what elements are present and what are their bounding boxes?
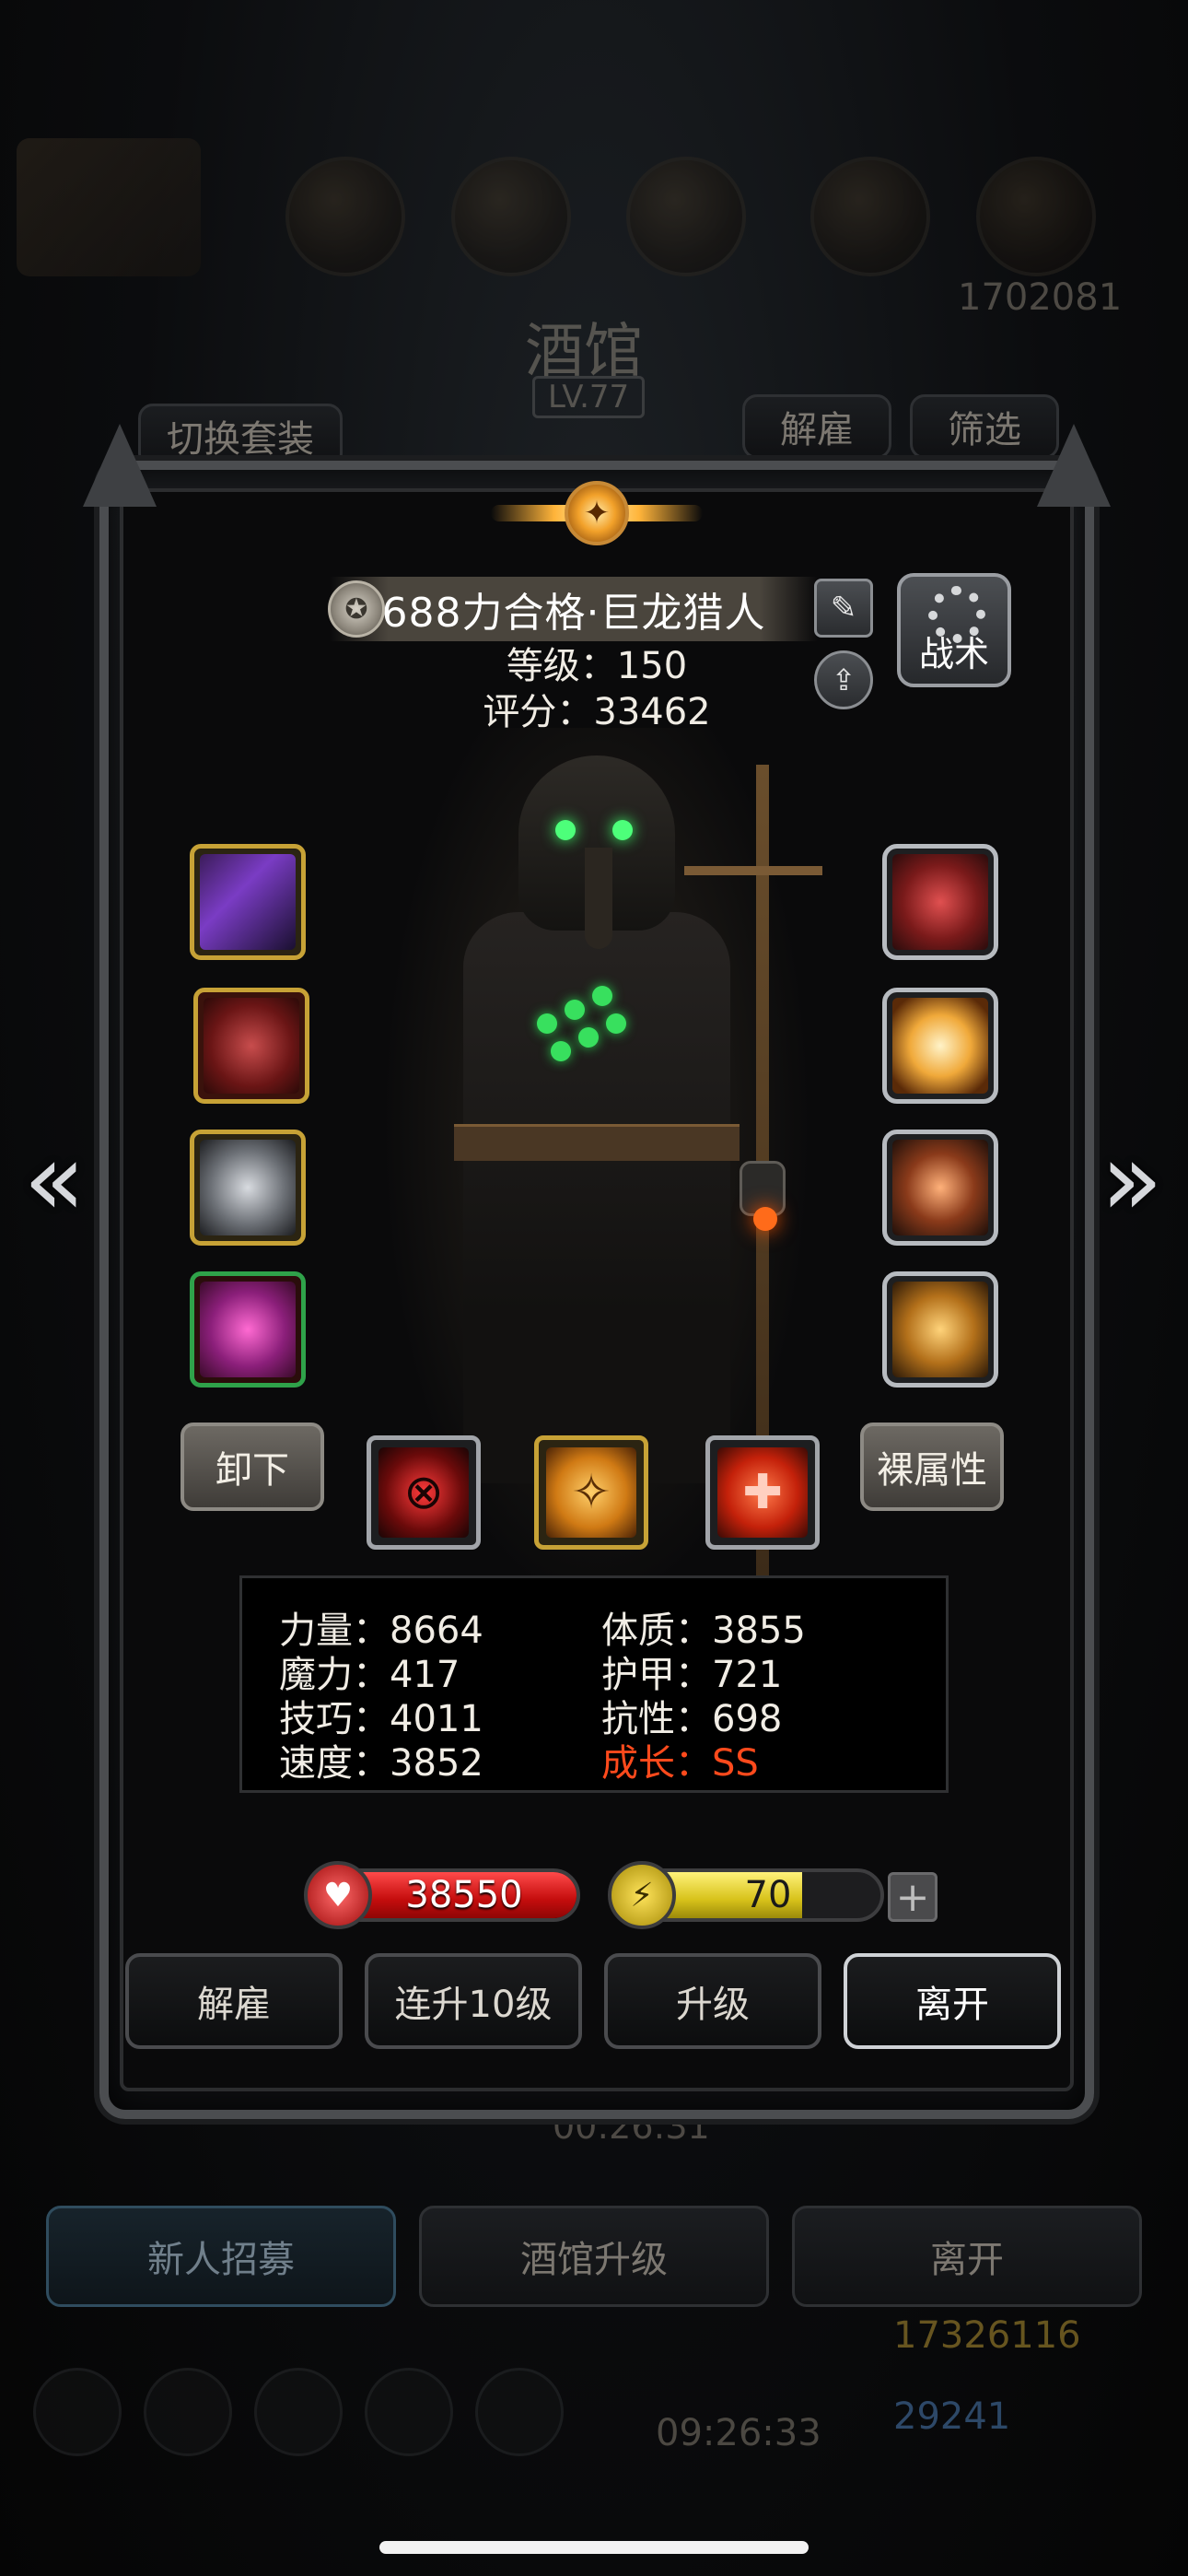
skill-slot-2[interactable]: ✧	[534, 1435, 648, 1550]
background-gold: 17326116	[893, 2314, 1081, 2357]
skill-slot-1[interactable]: ⊗	[367, 1435, 481, 1550]
equipment-slot-amulet[interactable]	[882, 844, 998, 960]
background-dismiss-button: 解雇	[742, 394, 891, 459]
level-up-10-button[interactable]: 连升10级	[365, 1953, 582, 2049]
add-energy-button[interactable]: +	[888, 1872, 938, 1922]
emblem-star-icon: ✦	[565, 481, 629, 545]
background-menu-icon	[144, 2368, 232, 2456]
amulet-icon	[892, 854, 988, 950]
background-coin-icon	[451, 157, 571, 276]
recruit-button: 新人招募	[46, 2206, 396, 2307]
level-up-button[interactable]: 升级	[604, 1953, 821, 2049]
heart-icon: ♥	[304, 1861, 372, 1929]
background-menu-icon	[365, 2368, 453, 2456]
medal-icon[interactable]: ✪	[328, 580, 385, 638]
armor-icon	[204, 998, 299, 1094]
next-hero-arrow[interactable]: »	[1090, 1120, 1173, 1238]
background-coin-icon	[626, 157, 746, 276]
background-coin-icon	[810, 157, 930, 276]
equipment-slot-accessory[interactable]	[190, 1271, 306, 1388]
orb-icon	[892, 998, 988, 1094]
background-switch-set-button: 切换套装	[138, 404, 343, 468]
heal-cross-icon: ✚	[717, 1447, 808, 1538]
background-menu-icon	[33, 2368, 122, 2456]
unequip-button[interactable]: 卸下	[181, 1423, 324, 1511]
equipment-slot-lantern[interactable]	[882, 1130, 998, 1246]
crosshair-icon: ⊗	[379, 1447, 469, 1538]
background-clock: 09:26:33	[656, 2412, 821, 2454]
frame-spike-ornament	[1037, 424, 1111, 507]
equipment-slot-orb[interactable]	[882, 988, 998, 1104]
background-coin-icon	[976, 157, 1096, 276]
background-menu-icon	[475, 2368, 564, 2456]
stats-panel: 力量：8664 体质：3855 魔力：417 护甲：721 技巧：4011 抗性…	[239, 1575, 949, 1793]
background-avatar	[17, 138, 201, 276]
background-coin-icon	[285, 157, 405, 276]
equipment-slot-talisman[interactable]	[882, 1271, 998, 1388]
crown-icon	[200, 1140, 296, 1235]
edit-icon[interactable]: ✎	[814, 579, 873, 638]
hero-name: 688力合格·巨龙猎人	[381, 590, 766, 637]
frame-spike-ornament	[83, 424, 157, 507]
lantern-icon	[892, 1140, 988, 1235]
equipment-slot-armor[interactable]	[193, 988, 309, 1104]
double-chevron-left-icon: «	[23, 1120, 86, 1238]
equipment-slot-helmet[interactable]	[190, 1130, 306, 1246]
naked-stats-button[interactable]: 裸属性	[860, 1423, 1004, 1511]
stat-growth: 成长：SS	[601, 1742, 759, 1785]
hero-detail-modal: ✦ 688力合格·巨龙猎人 ✪ ✎ ⇪ 战术 等级：150 评分：33462 卸…	[83, 424, 1111, 2119]
lightning-icon: ⚡	[608, 1861, 676, 1929]
pistol-icon	[200, 854, 296, 950]
hero-name-bar: 688力合格·巨龙猎人	[330, 577, 818, 641]
background-level: LV.77	[532, 376, 646, 418]
gem-icon	[200, 1282, 296, 1377]
emblem-ornament: ✦	[491, 461, 703, 562]
tavern-upgrade-button: 酒馆升级	[419, 2206, 769, 2307]
home-indicator[interactable]	[379, 2541, 809, 2554]
equipment-slot-weapon[interactable]	[190, 844, 306, 960]
previous-hero-arrow[interactable]: «	[13, 1120, 96, 1238]
dragon-icon: ✧	[546, 1447, 636, 1538]
stat-speed: 速度：3852	[279, 1742, 483, 1785]
background-gold-count: 1702081	[958, 276, 1123, 319]
double-chevron-right-icon: »	[1101, 1120, 1163, 1238]
dismiss-hero-button[interactable]: 解雇	[125, 1953, 343, 2049]
background-top-bar	[0, 138, 1188, 276]
hero-score: 评分：33462	[483, 691, 711, 733]
skill-slot-3[interactable]: ✚	[705, 1435, 820, 1550]
background-gems: 29241	[893, 2395, 1011, 2438]
talisman-icon	[892, 1282, 988, 1377]
leave-button[interactable]: 离开	[844, 1953, 1061, 2049]
background-menu-icon	[254, 2368, 343, 2456]
background-leave-button: 离开	[792, 2206, 1142, 2307]
